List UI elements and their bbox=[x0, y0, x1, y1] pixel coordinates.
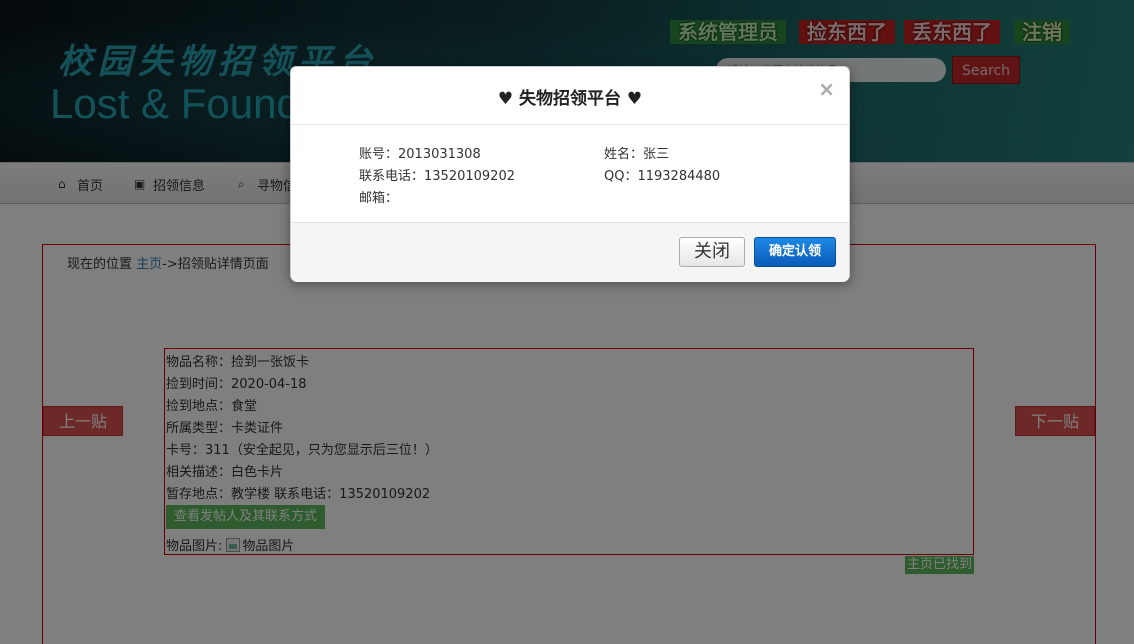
modal-header: ♥ 失物招领平台 ♥ × bbox=[291, 67, 849, 125]
close-button[interactable]: 关闭 bbox=[679, 237, 745, 267]
modal-title: ♥ 失物招领平台 ♥ bbox=[497, 89, 643, 109]
confirm-claim-button[interactable]: 确定认领 bbox=[754, 237, 836, 267]
poster-qq: QQ：1193284480 bbox=[604, 169, 721, 184]
modal-footer: 关闭 确定认领 bbox=[291, 222, 849, 282]
poster-account: 账号：2013031308 bbox=[359, 147, 481, 162]
poster-phone: 联系电话：13520109202 bbox=[359, 169, 515, 184]
poster-name: 姓名：张三 bbox=[604, 147, 670, 162]
contact-modal: ♥ 失物招领平台 ♥ × 账号：2013031308 姓名：张三 联系电话：13… bbox=[290, 66, 850, 282]
close-icon[interactable]: × bbox=[818, 77, 835, 101]
modal-body: 账号：2013031308 姓名：张三 联系电话：13520109202 QQ：… bbox=[291, 125, 849, 222]
poster-email: 邮箱： bbox=[359, 191, 399, 206]
